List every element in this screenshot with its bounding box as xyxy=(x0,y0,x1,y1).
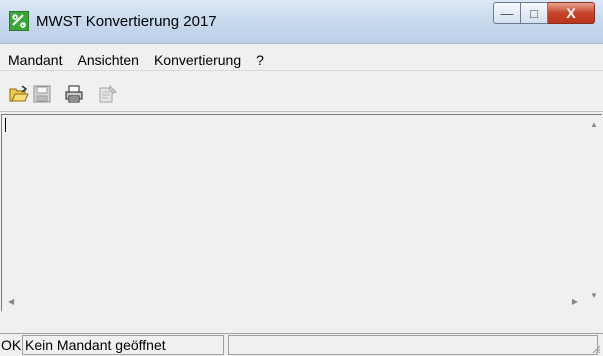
status-ok-label: OK xyxy=(1,337,22,353)
menu-bar: Mandant Ansichten Konvertierung ? xyxy=(0,49,603,71)
properties-icon xyxy=(99,85,117,103)
scroll-right-icon[interactable]: ▶ xyxy=(572,298,578,306)
scroll-down-icon[interactable]: ▼ xyxy=(590,292,598,300)
app-icon xyxy=(9,11,29,31)
menu-item-help[interactable]: ? xyxy=(256,52,264,68)
scroll-left-icon[interactable]: ◀ xyxy=(8,298,14,306)
menu-item-ansichten[interactable]: Ansichten xyxy=(77,52,138,68)
save-button[interactable] xyxy=(31,83,53,105)
title-bar[interactable]: MWST Konvertierung 2017 — □ X xyxy=(0,0,603,44)
resize-grip-icon[interactable] xyxy=(591,344,601,354)
maximize-button[interactable]: □ xyxy=(521,2,548,24)
close-icon: X xyxy=(566,5,576,21)
status-cell xyxy=(228,335,598,355)
window-controls: — □ X xyxy=(493,2,595,26)
save-icon xyxy=(33,85,51,103)
close-button[interactable]: X xyxy=(548,2,595,24)
minimize-icon: — xyxy=(500,5,514,21)
window-title: MWST Konvertierung 2017 xyxy=(36,13,217,30)
maximize-icon: □ xyxy=(530,5,538,21)
status-message: Kein Mandant geöffnet xyxy=(22,335,224,355)
toolbar xyxy=(0,74,603,112)
open-button[interactable] xyxy=(8,83,30,105)
vertical-scrollbar[interactable]: ▲ ▼ xyxy=(585,115,602,310)
print-icon xyxy=(65,85,83,103)
scroll-up-icon[interactable]: ▲ xyxy=(590,121,598,129)
minimize-button[interactable]: — xyxy=(493,2,521,24)
menu-item-konvertierung[interactable]: Konvertierung xyxy=(154,52,241,68)
horizontal-scrollbar[interactable]: ◀ ▶ xyxy=(2,294,584,311)
menu-item-mandant[interactable]: Mandant xyxy=(8,52,62,68)
document-area[interactable]: ▲ ▼ ◀ ▶ xyxy=(1,114,602,311)
status-bar: OK Kein Mandant geöffnet xyxy=(0,333,603,356)
properties-button[interactable] xyxy=(97,83,119,105)
open-icon xyxy=(9,85,29,102)
text-caret xyxy=(5,118,6,132)
application-window: MWST Konvertierung 2017 — □ X Mandant An… xyxy=(0,0,603,356)
print-button[interactable] xyxy=(63,83,85,105)
